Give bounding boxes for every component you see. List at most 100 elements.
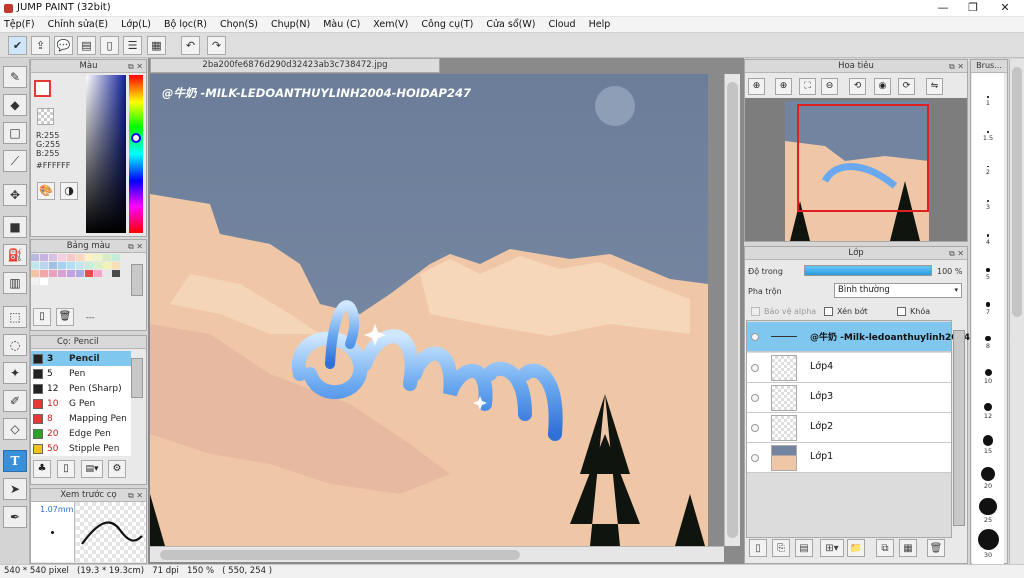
close-button[interactable]: ✕ (990, 0, 1020, 17)
canvas-vertical-scrollbar[interactable] (724, 74, 740, 546)
merge-down-icon[interactable]: ⧉ (876, 539, 894, 557)
line-tool-icon[interactable]: ⟋ (3, 150, 27, 172)
palette-swatch[interactable] (49, 270, 57, 277)
saturation-value-picker[interactable] (86, 75, 126, 233)
menu-window[interactable]: Cửa sổ(W) (486, 19, 535, 30)
message-icon[interactable]: ▤ (77, 36, 96, 55)
layer-visibility-icon[interactable] (751, 394, 759, 402)
new-brush-icon[interactable]: ▯ (57, 460, 75, 478)
document-tab[interactable]: 2ba200fe6876d290d32423ab3c738472.jpg (150, 58, 440, 73)
panel-list-icon[interactable]: ☰ (123, 36, 142, 55)
brush-list-item[interactable]: 10 G Pen (31, 396, 131, 411)
brush-size-item[interactable]: 4 (973, 213, 1003, 248)
layer-visibility-icon[interactable] (751, 364, 759, 372)
brush-size-item[interactable]: 7 (973, 283, 1003, 318)
zoom-in-icon[interactable]: ⊕ (775, 78, 792, 95)
color-wheel-icon[interactable]: 🎨 (37, 182, 55, 200)
panel-controls-icon[interactable]: ⧉ ✕ (949, 61, 964, 73)
brush-tree-icon[interactable]: ♣ (33, 460, 51, 478)
brush-size-item[interactable]: 10 (973, 352, 1003, 387)
menu-tools[interactable]: Công cụ(T) (421, 19, 473, 30)
hue-handle[interactable] (131, 133, 141, 143)
brush-list-scrollbar[interactable] (131, 358, 143, 398)
brush-size-scrollbar[interactable] (1009, 59, 1024, 564)
menu-view[interactable]: Xem(V) (373, 19, 408, 30)
palette-swatch[interactable] (94, 270, 102, 277)
eyedropper-tool-icon[interactable]: ✒ (3, 506, 27, 528)
lock-checkbox[interactable] (897, 307, 906, 316)
palette-swatch[interactable] (103, 262, 111, 269)
panel-controls-icon[interactable]: ⧉ ✕ (128, 61, 143, 73)
brush-size-item[interactable]: 8 (973, 318, 1003, 353)
lasso-tool-icon[interactable]: ◌ (3, 334, 27, 356)
new-page-icon[interactable]: ▯ (33, 308, 51, 326)
palette-swatch[interactable] (112, 254, 120, 261)
magic-wand-icon[interactable]: ✦ (3, 362, 27, 384)
zoom-out-icon[interactable]: ⊖ (821, 78, 838, 95)
rectangle-tool-icon[interactable]: □ (3, 122, 27, 144)
fit-window-icon[interactable]: ⛶ (799, 78, 816, 95)
hue-slider[interactable] (129, 75, 143, 233)
gradient-tool-icon[interactable]: ▥ (3, 272, 27, 294)
palette-swatch[interactable] (85, 262, 93, 269)
brush-size-item[interactable]: 30 (973, 526, 1003, 561)
opacity-slider[interactable] (804, 265, 932, 276)
color-mixer-icon[interactable]: ◑ (60, 182, 78, 200)
maximize-button[interactable]: ❐ (958, 0, 988, 17)
palette-swatch[interactable] (40, 254, 48, 261)
layer-visibility-icon[interactable] (751, 333, 759, 341)
palette-swatch[interactable] (58, 262, 66, 269)
page-icon[interactable]: ▯ (100, 36, 119, 55)
drawing-canvas[interactable]: @牛奶 -MILK-LEDOANTHUYLINH2004-HOIDAP247 (150, 74, 708, 546)
brush-list-item[interactable]: 8 Mapping Pen (31, 411, 131, 426)
share-icon[interactable]: ⇪ (31, 36, 50, 55)
brush-list-item[interactable]: 20 Edge Pen (31, 426, 131, 441)
select-pen-icon[interactable]: ✐ (3, 390, 27, 412)
layer-settings-icon[interactable]: ▦ (899, 539, 917, 557)
flip-icon[interactable]: ⇋ (926, 78, 943, 95)
add-layer-menu-icon[interactable]: ⊞▾ (820, 539, 844, 557)
protect-alpha-checkbox[interactable] (751, 307, 760, 316)
rotate-left-icon[interactable]: ⟲ (849, 78, 866, 95)
horizontal-scroll-thumb[interactable] (160, 550, 520, 560)
brush-size-scroll-thumb[interactable] (1012, 67, 1022, 317)
brush-size-item[interactable]: 25 (973, 492, 1003, 527)
layer-visibility-icon[interactable] (751, 454, 759, 462)
menu-color[interactable]: Màu (C) (323, 19, 360, 30)
menu-select[interactable]: Chọn(S) (220, 19, 258, 30)
palette-swatch[interactable] (103, 254, 111, 261)
palette-swatch[interactable] (85, 270, 93, 277)
menu-layer[interactable]: Lớp(L) (121, 19, 151, 30)
rotate-reset-icon[interactable]: ◉ (874, 78, 891, 95)
layer-list-scrollbar[interactable] (953, 330, 965, 526)
layer-visibility-icon[interactable] (751, 424, 759, 432)
panel-controls-icon[interactable]: ⧉ ✕ (128, 241, 143, 253)
palette-swatch[interactable] (31, 262, 39, 269)
brush-size-item[interactable]: 5 (973, 248, 1003, 283)
redo-icon[interactable]: ↷ (207, 36, 226, 55)
comment-icon[interactable]: 💬 (54, 36, 73, 55)
palette-swatch[interactable] (40, 262, 48, 269)
layer-row[interactable]: @牛奶 -Milk-ledoanthuylinh2004-hoidap247 (747, 322, 1024, 352)
check-icon[interactable]: ✔ (8, 36, 27, 55)
grid-panel-icon[interactable]: ▦ (147, 36, 166, 55)
folder-icon[interactable]: 📁 (847, 539, 865, 557)
brush-size-item[interactable]: 12 (973, 387, 1003, 422)
rotate-right-icon[interactable]: ⟳ (898, 78, 915, 95)
fill-rectangle-icon[interactable]: ■ (3, 216, 27, 238)
select-eraser-icon[interactable]: ◇ (3, 418, 27, 440)
palette-swatch[interactable] (67, 270, 75, 277)
transparent-color-swatch[interactable] (37, 108, 54, 125)
new-layer-icon[interactable]: ▯ (749, 539, 767, 557)
operation-tool-icon[interactable]: ➤ (3, 478, 27, 500)
bucket-tool-icon[interactable]: ⛽ (3, 244, 27, 266)
brush-menu-icon[interactable]: ▤▾ (81, 460, 103, 478)
layer-row[interactable]: Lớp1 (747, 443, 951, 473)
minimize-button[interactable]: — (928, 0, 958, 17)
menu-cloud[interactable]: Cloud (548, 19, 575, 30)
vertical-scroll-thumb[interactable] (727, 82, 738, 538)
brush-size-item[interactable]: 1 (973, 74, 1003, 109)
menu-file[interactable]: Tệp(F) (4, 19, 35, 30)
brush-size-item[interactable]: 2 (973, 144, 1003, 179)
palette-swatch[interactable] (67, 262, 75, 269)
